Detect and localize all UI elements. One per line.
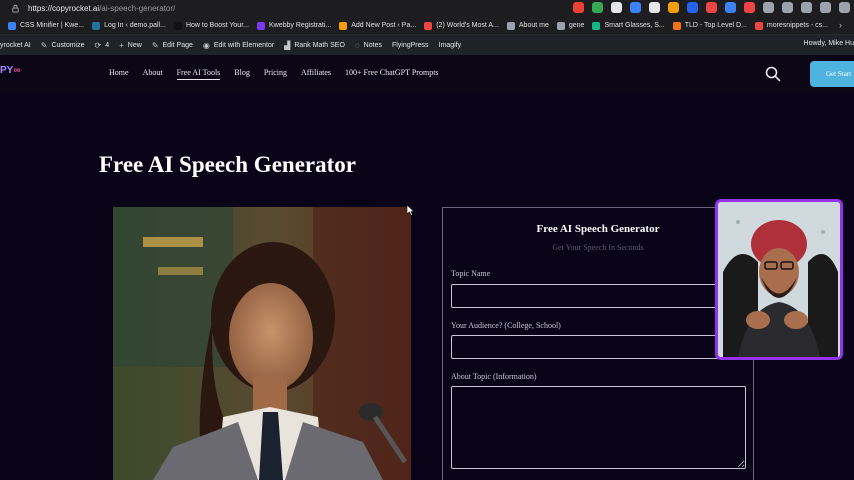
form-subtitle: Get Your Speech In Seconds	[552, 243, 644, 252]
extension-icon[interactable]	[744, 2, 755, 13]
bookmark-favicon-icon	[506, 21, 515, 30]
nav-affiliates[interactable]: Affiliates	[301, 68, 331, 80]
audience-input[interactable]	[451, 335, 746, 359]
admin-notes[interactable]: ◌ Notes	[355, 41, 382, 50]
admin-imagify[interactable]: Imagify	[439, 42, 462, 49]
sidebar-icon[interactable]	[801, 2, 812, 13]
extension-icon[interactable]	[782, 2, 793, 13]
bookmark-item[interactable]: How to Boost Your...	[173, 21, 249, 30]
bookmark-favicon-icon	[556, 21, 565, 30]
bookmark-item[interactable]: Add New Post ‹ Pa...	[339, 21, 416, 30]
nav-pricing[interactable]: Pricing	[264, 68, 287, 80]
site-info-icon[interactable]	[8, 2, 22, 16]
bookmark-item[interactable]: moresnippets - cs...	[754, 21, 828, 30]
bookmark-item[interactable]: gene	[556, 21, 584, 30]
main-nav: Home About Free AI Tools Blog Pricing Af…	[109, 68, 453, 80]
extension-icons	[573, 2, 850, 13]
extension-icon[interactable]	[725, 2, 736, 13]
extension-icon[interactable]	[573, 2, 584, 13]
site-logo[interactable]: PY∞	[0, 65, 20, 76]
nav-about[interactable]: About	[143, 68, 163, 80]
nav-blog[interactable]: Blog	[234, 68, 250, 80]
nav-free-ai-tools[interactable]: Free AI Tools	[176, 68, 220, 80]
admin-howdy[interactable]: Howdy, Mike Hu	[804, 40, 854, 47]
about-topic-label: About Topic (Information)	[451, 372, 537, 381]
page-title: Free AI Speech Generator	[99, 152, 356, 177]
bookmark-favicon-icon	[256, 21, 265, 30]
extension-icon[interactable]	[630, 2, 641, 13]
admin-elementor[interactable]: ◉ Edit with Elementor	[203, 41, 274, 50]
bookmark-item[interactable]: Smart Glasses, S...	[592, 21, 665, 30]
notes-icon: ◌	[354, 40, 360, 50]
plus-icon: +	[119, 40, 124, 50]
brush-icon: ✎	[40, 40, 48, 50]
bookmark-item[interactable]: About me	[506, 21, 549, 30]
speech-generator-form: Free AI Speech Generator Get Your Speech…	[442, 207, 754, 480]
bookmark-item[interactable]: TLD - Top Level D...	[672, 21, 747, 30]
wp-admin-bar: yrocket AI ✎ Customize ⟳ 4 + New ✎ Edit Page…	[0, 35, 854, 55]
logo-swirl-icon: ∞	[13, 65, 21, 76]
extension-icon[interactable]	[687, 2, 698, 13]
audience-label: Your Audience? (College, School)	[451, 321, 561, 330]
bookmark-favicon-icon	[92, 21, 101, 30]
admin-updates[interactable]: ⟳ 4	[95, 41, 110, 50]
bookmark-item[interactable]: Log In ‹ demo.pall...	[92, 21, 166, 30]
admin-edit-page[interactable]: ✎ Edit Page	[152, 41, 193, 50]
bookmark-item[interactable]: (2) World's Most A...	[424, 21, 499, 30]
topic-name-input[interactable]	[451, 284, 746, 308]
bookmark-star-icon[interactable]	[820, 2, 831, 13]
chart-icon: ▟	[284, 40, 291, 50]
bookmarks-overflow-chevron-icon[interactable]: ›	[839, 20, 842, 30]
form-title: Free AI Speech Generator	[536, 223, 660, 235]
extension-icon[interactable]	[763, 2, 774, 13]
extension-icon[interactable]	[706, 2, 717, 13]
nav-chatgpt-prompts[interactable]: 100+ Free ChatGPT Prompts	[345, 68, 438, 80]
bookmark-favicon-icon	[672, 21, 681, 30]
bookmark-item[interactable]: CSS Minifier | Kwe...	[8, 21, 84, 30]
mouse-cursor-icon	[406, 203, 415, 221]
extension-icon[interactable]	[649, 2, 660, 13]
bookmark-favicon-icon	[339, 21, 348, 30]
about-topic-textarea[interactable]	[451, 386, 746, 469]
bookmark-favicon-icon	[173, 21, 182, 30]
webcam-overlay	[715, 199, 843, 360]
site-header: PY∞ Home About Free AI Tools Blog Pricin…	[0, 55, 854, 94]
admin-customize[interactable]: ✎ Customize	[41, 41, 85, 50]
get-started-button[interactable]: Get Start	[810, 61, 854, 87]
collections-icon[interactable]	[839, 2, 850, 13]
admin-site-name[interactable]: yrocket AI	[0, 42, 31, 49]
bookmark-favicon-icon	[8, 21, 16, 30]
refresh-icon: ⟳	[94, 40, 102, 50]
nav-home[interactable]: Home	[109, 68, 129, 80]
bookmarks-bar: CSS Minifier | Kwe... Log In ‹ demo.pall…	[0, 17, 854, 35]
browser-address-bar: https://copyrocket.ai/ai-speech-generato…	[0, 0, 854, 17]
bookmark-favicon-icon	[754, 21, 763, 30]
admin-rankmath[interactable]: ▟ Rank Math SEO	[284, 41, 345, 50]
elementor-icon: ◉	[202, 40, 210, 50]
bookmark-favicon-icon	[592, 21, 601, 30]
extension-icon[interactable]	[668, 2, 679, 13]
bookmark-favicon-icon	[424, 21, 433, 30]
speech-girl-image	[113, 207, 411, 480]
pencil-icon: ✎	[151, 40, 159, 50]
search-icon[interactable]	[765, 66, 781, 82]
bookmark-item[interactable]: Kwebby Registrati...	[256, 21, 331, 30]
extension-icon[interactable]	[611, 2, 622, 13]
extension-icon[interactable]	[592, 2, 603, 13]
admin-flyingpress[interactable]: FlyingPress	[392, 42, 429, 49]
url-field[interactable]: https://copyrocket.ai/ai-speech-generato…	[28, 4, 175, 13]
topic-name-label: Topic Name	[451, 269, 491, 278]
admin-new[interactable]: + New	[119, 41, 142, 50]
